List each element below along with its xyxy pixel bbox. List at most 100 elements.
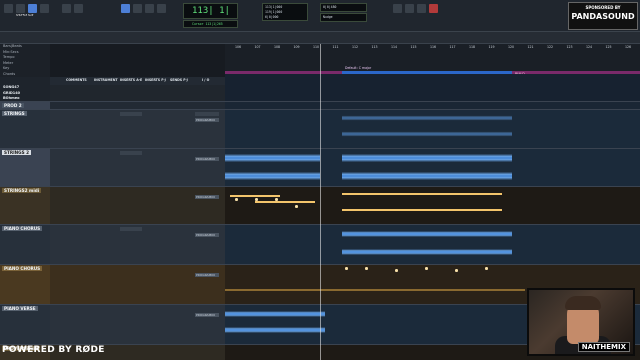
audio-clip[interactable] — [342, 151, 512, 165]
playhead[interactable] — [320, 44, 321, 360]
velocity-dot — [255, 198, 258, 201]
track-header[interactable]: STRINGS — [0, 110, 50, 148]
velocity-dot — [455, 269, 458, 272]
velocity-dot — [485, 267, 488, 270]
nudge-field[interactable]: Nudge — [320, 13, 367, 22]
midi-note[interactable] — [342, 193, 502, 195]
record-enable-button[interactable] — [4, 4, 13, 13]
ruler-bar-label: 123 — [566, 45, 573, 49]
audio-clip[interactable] — [342, 114, 512, 122]
select-tool-icon[interactable] — [133, 4, 142, 13]
io-output[interactable]: PROGRAM00 — [195, 118, 219, 122]
track-name[interactable]: PIANO CHORUS — [2, 266, 43, 271]
key-marker[interactable]: Default: C major — [345, 66, 371, 70]
track-header[interactable]: PIANO CHORUS — [0, 225, 50, 264]
transport-bar: SHUFFLE SLIP 113| 1| 000 Cursor 113|1|26… — [0, 0, 640, 32]
ruler-bar-label: 122 — [547, 45, 554, 49]
zoom-icon[interactable] — [62, 4, 71, 13]
stop-icon[interactable] — [405, 4, 414, 13]
velocity-dot — [295, 205, 298, 208]
record-icon[interactable] — [429, 4, 438, 13]
timeline-ruler[interactable]: 106 107 108 109 110 111 112 113 114 115 116 117 118 1… — [225, 44, 640, 76]
audio-clip[interactable] — [225, 325, 325, 335]
track-header[interactable]: PIANO VERSE — [0, 305, 50, 344]
audio-clip[interactable] — [342, 169, 512, 183]
midi-lane[interactable] — [225, 289, 525, 291]
track-columns: PROGRAM00 — [50, 149, 225, 186]
col-instrument[interactable]: INSTRUMENT — [94, 78, 118, 82]
column-headers: COMMENTS INSTRUMENT INSERTS A-E INSERTS … — [50, 77, 225, 85]
grabber-tool-icon[interactable] — [145, 4, 154, 13]
midi-note[interactable] — [230, 195, 280, 197]
io-output[interactable]: PROGRAM00 — [195, 195, 219, 199]
ruler-bar-label: 114 — [391, 45, 398, 49]
insert-slot[interactable] — [120, 112, 142, 116]
loop-icon[interactable] — [393, 4, 402, 13]
selection-start-end[interactable]: 113|1|000 119|1|000 6|0|000 — [262, 3, 308, 21]
sub-counter[interactable]: Cursor 113|1|265 — [183, 20, 238, 28]
ruler-bar-label: 124 — [586, 45, 593, 49]
io-output[interactable]: PROGRAM00 — [195, 273, 219, 277]
track-lane[interactable] — [225, 187, 640, 224]
velocity-dot — [345, 267, 348, 270]
group-columns — [50, 85, 225, 101]
track-lane[interactable] — [225, 102, 640, 109]
nudge-label: Nudge — [323, 15, 333, 19]
audio-clip[interactable] — [342, 229, 512, 239]
track-columns: PROGRAM00 — [50, 265, 225, 304]
audio-clip[interactable] — [225, 309, 325, 319]
track-header[interactable]: PIANO CHORUS — [0, 265, 50, 304]
ruler-bar-label: 111 — [332, 45, 339, 49]
pencil-tool-icon[interactable] — [157, 4, 166, 13]
ruler-bar-label: 115 — [410, 45, 417, 49]
io-output[interactable]: PROGRAM00 — [195, 233, 219, 237]
ruler-empty-area — [50, 44, 225, 77]
midi-note[interactable] — [342, 209, 502, 211]
ruler-bar-label: 108 — [274, 45, 281, 49]
track-name[interactable]: PIANO VERSE — [2, 306, 38, 311]
shuffle-mode-button[interactable]: SHUFFLE — [16, 4, 27, 17]
track-name[interactable]: STRINGS 2 — [2, 150, 31, 155]
track-name[interactable]: PROD 2 — [2, 103, 24, 108]
track-lane[interactable] — [225, 110, 640, 148]
track-header[interactable]: STRINGS 2 — [0, 149, 50, 186]
play-icon[interactable] — [417, 4, 426, 13]
col-comments[interactable]: COMMENTS — [66, 78, 87, 82]
audio-clip[interactable] — [225, 151, 320, 165]
ruler-bar-label: 120 — [508, 45, 515, 49]
track-name[interactable]: STRINGS2 midi — [2, 188, 42, 193]
grid-field[interactable]: 0|0|480 — [320, 3, 367, 12]
sponsor-line1: SPONSORED BY — [585, 5, 621, 10]
insert-slot[interactable] — [120, 227, 142, 231]
slip-mode-button[interactable]: SLIP — [28, 4, 37, 17]
track-lane[interactable] — [225, 225, 640, 264]
ruler-bar-label: 106 — [235, 45, 242, 49]
col-inserts-fj[interactable]: INSERTS F-J — [145, 78, 166, 82]
io-input[interactable] — [195, 112, 219, 116]
track-header[interactable]: STRINGS2 midi — [0, 187, 50, 224]
webcam-label: NAITHEMIX — [577, 342, 630, 352]
io-output[interactable]: PROGRAM00 — [195, 313, 219, 317]
edit-window-toolbar — [0, 32, 640, 44]
track-name[interactable]: STRINGS — [2, 111, 27, 116]
cursor-value: 113|1|265 — [205, 22, 223, 26]
zoom-out-icon[interactable] — [74, 4, 83, 13]
main-counter[interactable]: 113| 1| 000 — [183, 3, 238, 30]
ruler-bar-label: 117 — [449, 45, 456, 49]
velocity-dot — [425, 267, 428, 270]
audio-clip[interactable] — [342, 247, 512, 257]
grid-mode-button[interactable] — [40, 4, 49, 13]
col-io[interactable]: I / O — [202, 78, 209, 82]
midi-note[interactable] — [255, 201, 315, 203]
audio-clip[interactable] — [225, 169, 320, 183]
trim-tool-icon[interactable] — [121, 4, 130, 13]
track-header[interactable]: PROD 2 — [0, 102, 50, 109]
audio-clip[interactable] — [342, 130, 512, 138]
insert-slot[interactable] — [120, 151, 142, 155]
track-name[interactable]: PIANO CHORUS — [2, 226, 43, 231]
track-lane[interactable] — [225, 149, 640, 186]
col-inserts-ae[interactable]: INSERTS A-E — [120, 78, 142, 82]
io-output[interactable]: PROGRAM00 — [195, 157, 219, 161]
col-sends-fj[interactable]: SENDS F-J — [170, 78, 188, 82]
track-columns: PROGRAM00 — [50, 305, 225, 344]
